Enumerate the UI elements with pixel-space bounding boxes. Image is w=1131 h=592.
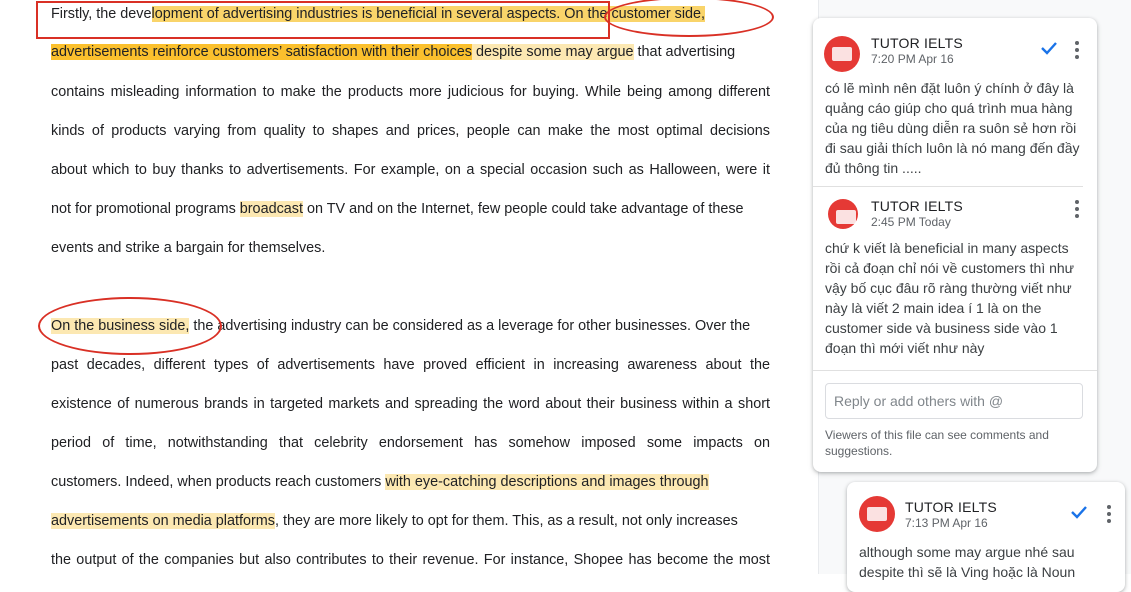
text-run: on TV and on the Internet, few people co… xyxy=(302,201,744,217)
avatar xyxy=(859,496,895,532)
comments-rail: TUTOR IELTS 7:20 PM Apr 16 có lẽ mình nê… xyxy=(813,0,1131,592)
comment-time: 7:13 PM Apr 16 xyxy=(905,516,988,530)
more-vert-icon[interactable] xyxy=(1074,41,1080,59)
check-icon[interactable] xyxy=(1039,38,1059,58)
viewers-note: Viewers of this file can see comments an… xyxy=(825,428,1049,458)
highlighted-text: advertisements on media platforms xyxy=(51,513,275,529)
check-icon[interactable] xyxy=(1069,502,1089,522)
comment-divider xyxy=(813,186,1083,187)
doc-line[interactable]: kinds of products varying from quality t… xyxy=(51,121,770,141)
text-run: the advertising industry can be consider… xyxy=(189,318,751,334)
doc-line[interactable]: about which to buy thanks to advertiseme… xyxy=(51,160,770,180)
comment-body: although some may argue nhé sau despite … xyxy=(859,544,1076,580)
avatar xyxy=(824,36,860,72)
highlighted-text: advertisements reinforce customers’ sati… xyxy=(51,44,472,60)
comment-divider xyxy=(813,370,1097,371)
document-page: Firstly, the development of advertising … xyxy=(0,0,818,574)
more-vert-icon[interactable] xyxy=(1106,505,1112,523)
highlighted-text: broadcast xyxy=(239,201,303,217)
doc-line[interactable]: events and strike a bargain for themselv… xyxy=(51,238,770,258)
comment-time: 7:20 PM Apr 16 xyxy=(871,52,954,66)
highlighted-text: with eye-catching descriptions and image… xyxy=(385,474,709,490)
comment-body: có lẽ mình nên đặt luôn ý chính ở đây là… xyxy=(825,80,1080,176)
more-vert-icon[interactable] xyxy=(1074,200,1080,218)
avatar xyxy=(828,199,858,229)
doc-line[interactable]: the output of the companies but also con… xyxy=(51,550,770,570)
doc-line[interactable]: customers. Indeed, when products reach c… xyxy=(51,472,770,492)
doc-line[interactable]: period of time, notwithstanding that cel… xyxy=(51,433,770,453)
comment-thread-card[interactable]: TUTOR IELTS 7:13 PM Apr 16 although some… xyxy=(847,482,1125,592)
text-run: , they are more likely to opt for them. … xyxy=(274,513,738,529)
text-run: customers. Indeed, when products reach c… xyxy=(51,474,386,490)
highlighted-text: despite some may argue xyxy=(471,44,634,60)
doc-line[interactable]: existence of numerous brands in targeted… xyxy=(51,394,770,414)
doc-line[interactable]: contains misleading information to make … xyxy=(51,82,770,102)
comment-body: chứ k viết là beneficial in many aspects… xyxy=(825,240,1075,356)
text-run: that advertising xyxy=(633,44,736,60)
comment-author: TUTOR IELTS xyxy=(871,198,963,214)
doc-line[interactable]: advertisements on media platforms, they … xyxy=(51,511,770,531)
comment-author: TUTOR IELTS xyxy=(905,499,997,515)
reply-input[interactable]: Reply or add others with @ xyxy=(825,383,1083,419)
annotation-ellipse xyxy=(38,297,222,355)
comment-time: 2:45 PM Today xyxy=(871,215,951,229)
annotation-ellipse xyxy=(604,0,774,37)
annotation-rectangle xyxy=(36,1,610,39)
doc-line[interactable]: advertisements reinforce customers’ sati… xyxy=(51,42,770,62)
comment-thread-card[interactable]: TUTOR IELTS 7:20 PM Apr 16 có lẽ mình nê… xyxy=(813,18,1097,472)
text-run: not for promotional programs xyxy=(51,201,240,217)
comment-author: TUTOR IELTS xyxy=(871,35,963,51)
doc-line[interactable]: not for promotional programs broadcast o… xyxy=(51,199,770,219)
doc-line[interactable]: past decades, different types of adverti… xyxy=(51,355,770,375)
